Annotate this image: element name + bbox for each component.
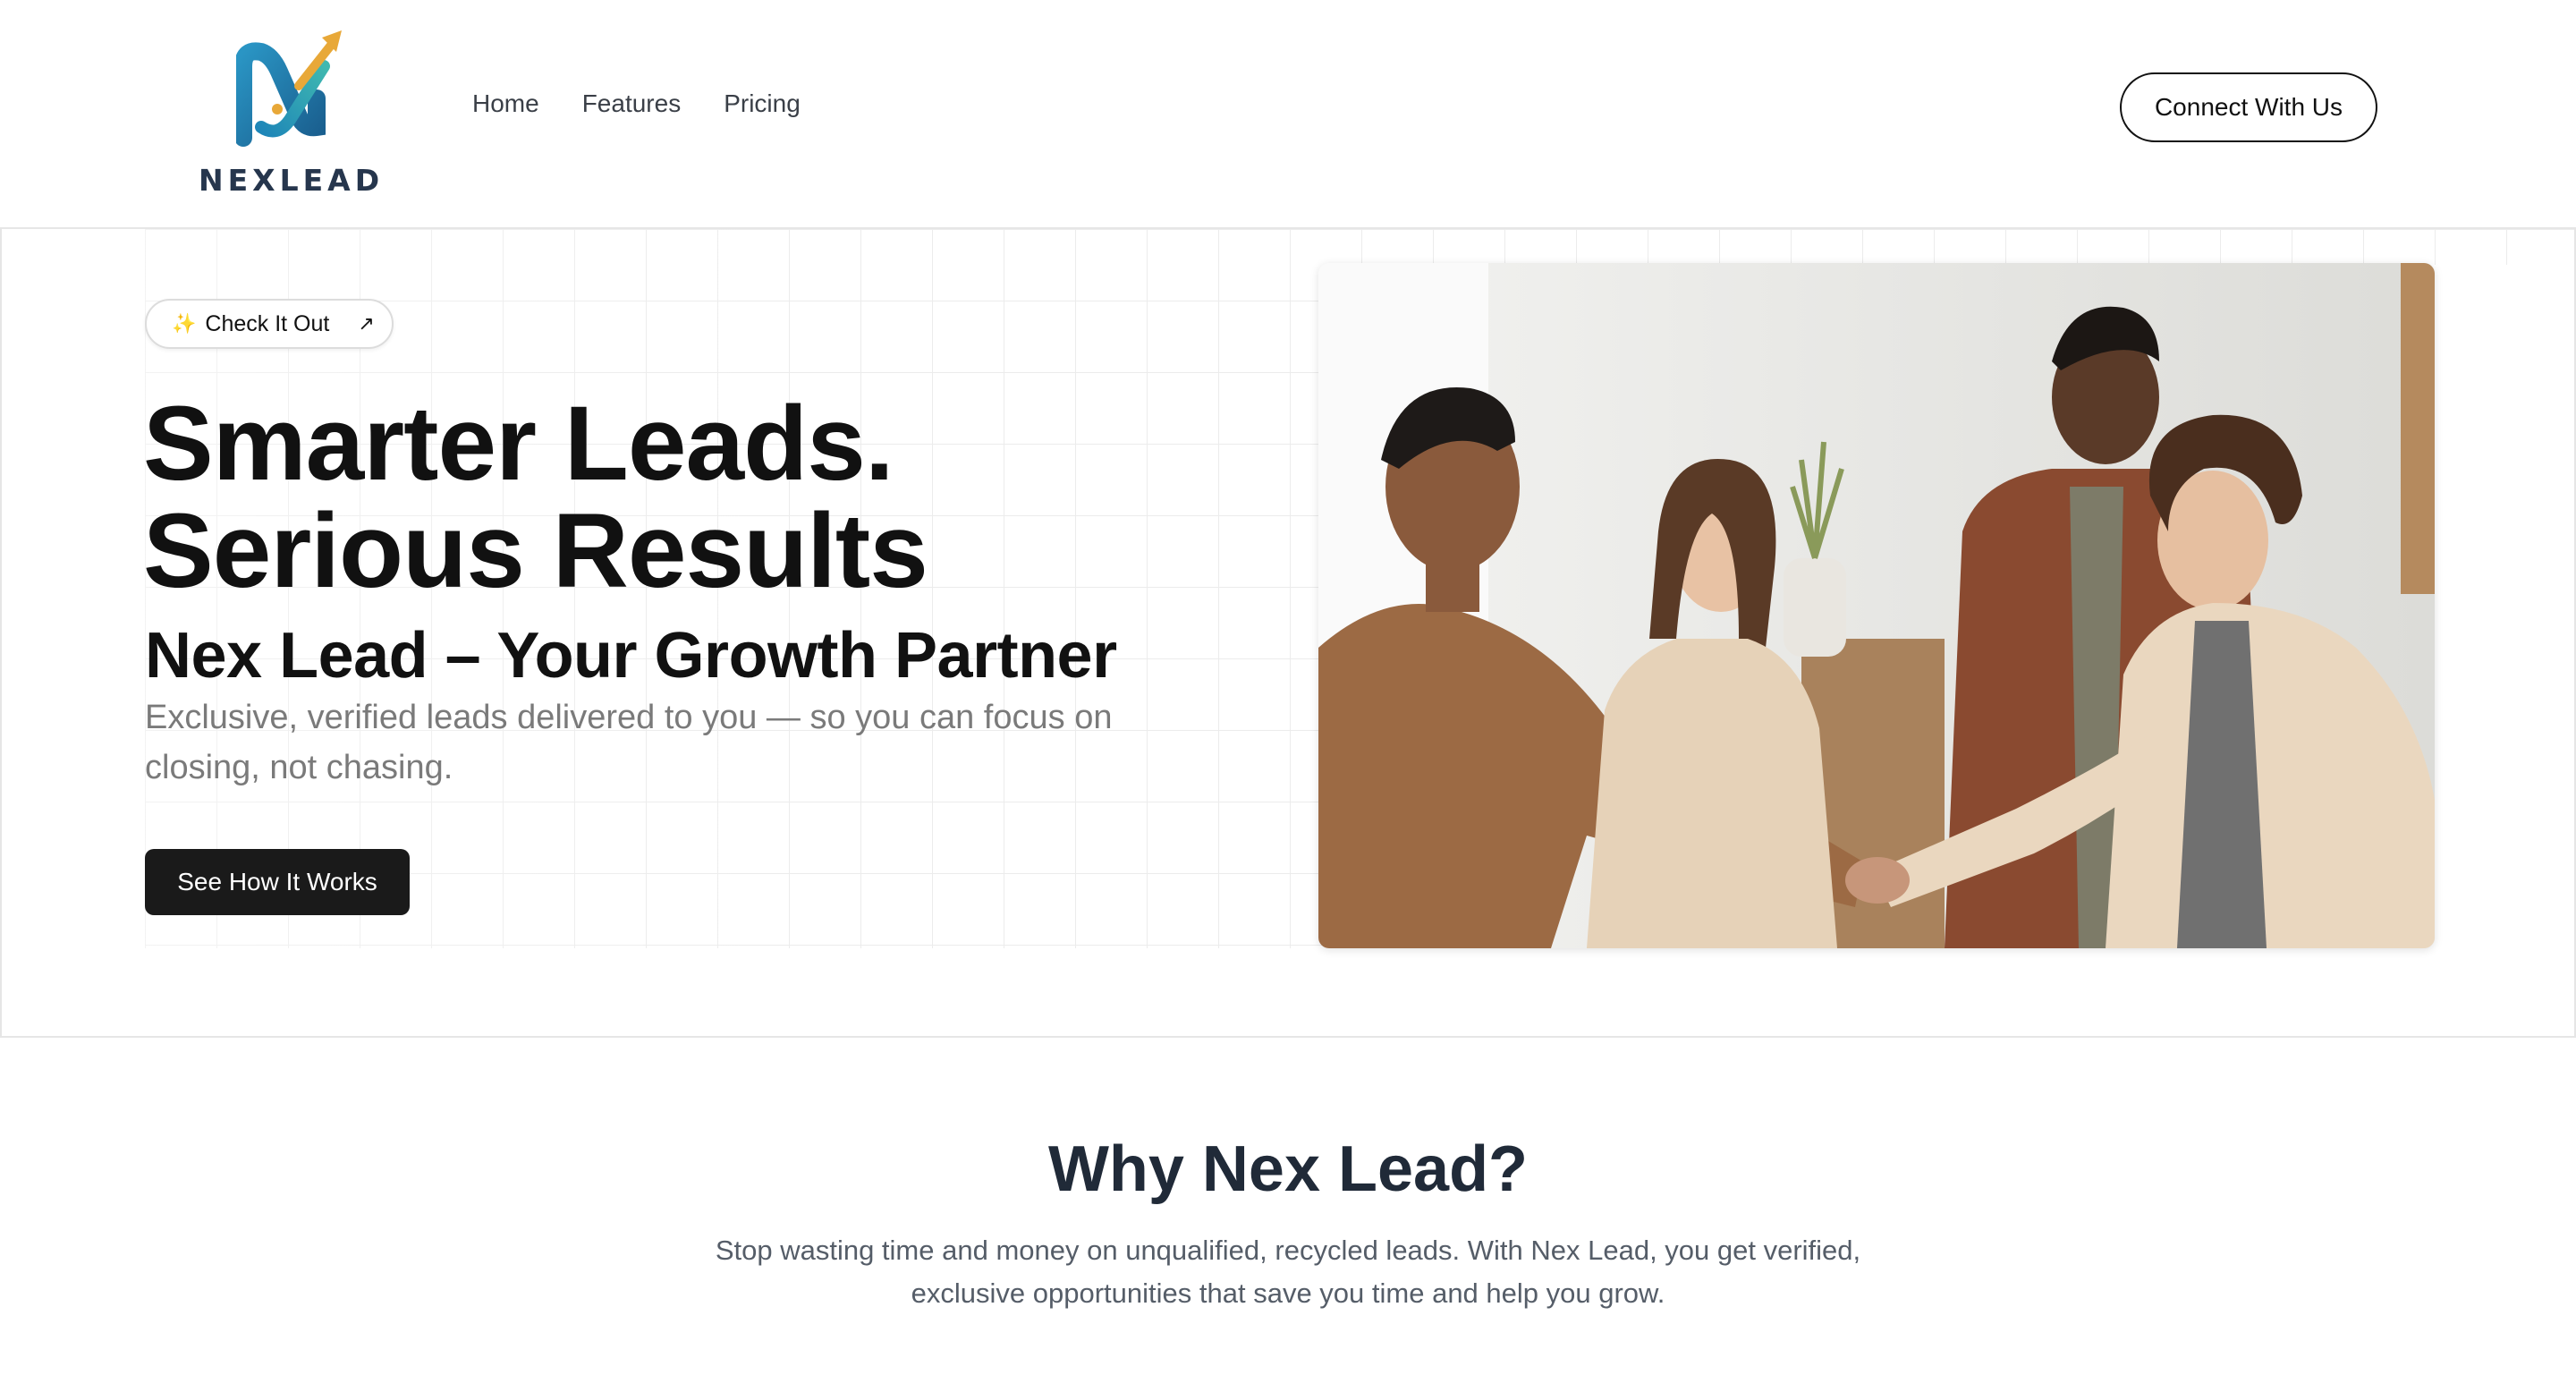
sparkle-icon: ✨ [172,312,197,335]
main-nav: Home Features Pricing [472,89,801,118]
hero-section: ✨ Check It Out ↗ Smarter Leads. Serious … [0,229,2576,1038]
check-it-out-pill[interactable]: ✨ Check It Out ↗ [145,299,394,349]
nav-pricing[interactable]: Pricing [724,89,801,118]
why-title: Why Nex Lead? [1047,1133,1529,1205]
connect-with-us-button[interactable]: Connect With Us [2120,72,2377,142]
headline-line-1: Smarter Leads. [143,385,894,503]
arrow-up-right-icon: ↗ [358,312,375,335]
hero-photo [1318,263,2435,948]
hero-headline: Smarter Leads. Serious Results [143,390,928,605]
nav-features[interactable]: Features [582,89,682,118]
handshake-team-photo [1318,263,2435,948]
headline-line-2: Serious Results [143,492,928,610]
site-header: NEXLEAD Home Features Pricing Connect Wi… [0,0,2576,229]
see-how-it-works-button[interactable]: See How It Works [145,849,410,915]
nav-home[interactable]: Home [472,89,539,118]
pill-label: Check It Out [205,310,330,336]
why-description: Stop wasting time and money on unqualifi… [715,1235,1861,1309]
nexlead-logo-icon [236,30,342,147]
hero-description: Exclusive, verified leads delivered to y… [145,699,1113,786]
brand-logo[interactable]: NEXLEAD [199,30,385,198]
brand-name: NEXLEAD [199,163,385,198]
background-grid-strip [1290,229,2574,265]
hero-subheadline: Nex Lead – Your Growth Partner [145,620,1117,692]
